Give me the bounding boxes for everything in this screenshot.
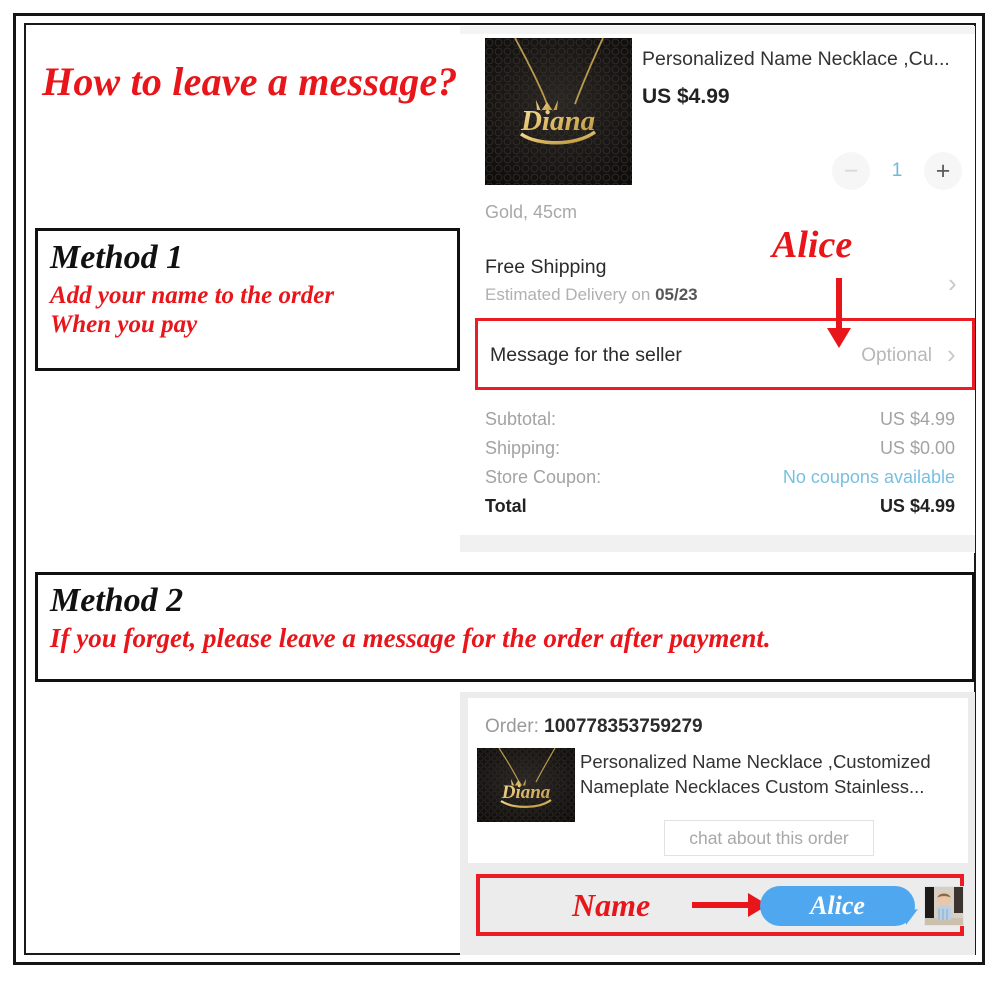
- order-card: Order: 100778353759279 Diana Personalize…: [468, 698, 968, 863]
- message-for-seller-label: Message for the seller: [490, 344, 682, 366]
- quantity-value: 1: [891, 160, 903, 181]
- shipping-estimate: Estimated Delivery on 05/23: [485, 285, 955, 305]
- order-product-thumbnail[interactable]: Diana: [477, 748, 575, 822]
- summary-value[interactable]: No coupons available: [783, 467, 955, 488]
- chevron-right-icon[interactable]: ›: [947, 341, 956, 367]
- chat-bubble-text: Alice: [810, 891, 865, 920]
- order-number-value[interactable]: 100778353759279: [544, 716, 703, 737]
- summary-row: Subtotal: US $4.99: [485, 409, 955, 430]
- product-title[interactable]: Personalized Name Necklace ,Cu...: [642, 48, 972, 71]
- summary-key: Shipping:: [485, 438, 561, 458]
- order-product-title[interactable]: Personalized Name Necklace ,Customized N…: [580, 750, 965, 800]
- summary-row-coupon[interactable]: Store Coupon: No coupons available: [485, 467, 955, 488]
- method-2-box: Method 2 If you forget, please leave a m…: [35, 572, 975, 682]
- chat-message-strip: Name Alice: [476, 874, 964, 936]
- summary-row-total: Total US $4.99: [485, 496, 955, 517]
- order-number-row: Order: 100778353759279: [485, 716, 703, 738]
- thumb-name-text: Diana: [520, 105, 595, 137]
- method-1-text: Add your name to the order When you pay: [50, 282, 335, 338]
- method-2-text: If you forget, please leave a message fo…: [50, 623, 771, 653]
- page-title: How to leave a message?: [42, 59, 458, 104]
- poster-root: How to leave a message? Method 1 Add you…: [0, 0, 1000, 1000]
- shipping-row[interactable]: Free Shipping Estimated Delivery on 05/2…: [485, 256, 955, 305]
- method-2-title: Method 2: [50, 582, 184, 619]
- avatar: [924, 886, 964, 926]
- quantity-stepper[interactable]: − 1 +: [832, 152, 962, 192]
- method-1-box: Method 1 Add your name to the order When…: [35, 228, 460, 371]
- message-for-seller-value: Optional: [861, 345, 932, 366]
- arrow-right-icon: [692, 893, 768, 917]
- product-thumbnail[interactable]: Diana: [485, 38, 632, 185]
- chat-bubble-tail: [904, 909, 920, 925]
- summary-value: US $4.99: [879, 496, 955, 516]
- shipping-estimate-date: 05/23: [655, 285, 698, 304]
- order-screenshot: Order: 100778353759279 Diana Personalize…: [460, 692, 975, 955]
- chat-bubble: Alice: [760, 886, 915, 926]
- checkout-screenshot: Diana Personalized Name Necklace ,Cu... …: [460, 26, 975, 553]
- checkout-top-band: [460, 26, 975, 34]
- summary-value: US $0.00: [879, 438, 955, 458]
- summary-key: Subtotal:: [485, 409, 557, 429]
- summary-value: US $4.99: [879, 409, 955, 429]
- shipping-title: Free Shipping: [485, 256, 607, 278]
- summary-row: Shipping: US $0.00: [485, 438, 955, 459]
- order-summary: Subtotal: US $4.99 Shipping: US $0.00 St…: [485, 409, 955, 525]
- method-1-title: Method 1: [50, 239, 184, 276]
- callout-alice-label: Alice: [772, 224, 853, 266]
- order-thumb-name-text: Diana: [501, 782, 551, 803]
- product-price: US $4.99: [642, 85, 730, 108]
- order-number-label: Order:: [485, 716, 545, 737]
- shipping-estimate-prefix: Estimated Delivery on: [485, 285, 656, 304]
- summary-key: Store Coupon:: [485, 467, 602, 487]
- quantity-decrease-button[interactable]: −: [832, 152, 870, 190]
- callout-name-label: Name: [572, 887, 651, 923]
- chat-about-order-button[interactable]: chat about this order: [664, 820, 874, 856]
- chevron-right-icon[interactable]: ›: [948, 270, 957, 296]
- summary-key: Total: [485, 496, 527, 516]
- arrow-down-icon: [827, 278, 851, 348]
- product-variant: Gold, 45cm: [485, 202, 578, 222]
- message-for-seller-row[interactable]: Message for the seller Optional ›: [475, 318, 975, 390]
- quantity-increase-button[interactable]: +: [924, 152, 962, 190]
- checkout-bottom-band: [460, 535, 975, 552]
